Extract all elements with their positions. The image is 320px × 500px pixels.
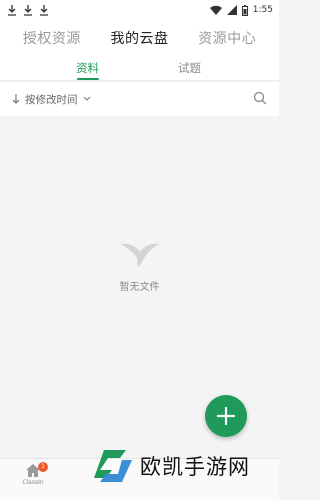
search-icon — [253, 91, 267, 104]
sub-tab-bar: 资料 试题 — [0, 56, 279, 81]
empty-state-text: 暂无文件 — [119, 282, 160, 293]
status-time: 1:55 — [252, 5, 273, 15]
battery-icon — [241, 4, 248, 16]
active-tab-indicator — [77, 78, 99, 80]
watermark: 欧凯手游网 — [92, 446, 250, 486]
watermark-text: 欧凯手游网 — [140, 455, 250, 479]
sort-dropdown[interactable]: 按修改时间 — [12, 92, 91, 107]
nav-home-label: ClassIn — [22, 479, 44, 486]
notification-icons — [8, 4, 48, 16]
tab-authorized-resources[interactable]: 授权资源 — [23, 28, 81, 48]
sort-label: 按修改时间 — [25, 93, 78, 106]
sort-bar: 按修改时间 — [0, 82, 279, 116]
download-icon — [8, 4, 16, 16]
status-bar: 1:55 — [0, 0, 279, 20]
top-tab-bar: 授权资源 我的云盘 资源中心 — [0, 20, 279, 56]
tab-materials[interactable]: 资料 — [76, 60, 99, 76]
wifi-icon — [209, 5, 222, 15]
chevron-down-icon — [83, 96, 90, 101]
signal-icon — [226, 5, 237, 15]
tab-my-cloud-drive[interactable]: 我的云盘 — [110, 28, 168, 48]
tab-questions[interactable]: 试题 — [178, 60, 201, 76]
tab-resource-center[interactable]: 资源中心 — [198, 28, 256, 48]
watermark-logo-icon — [94, 450, 132, 482]
download-icon — [24, 4, 32, 16]
empty-state: 暂无文件 — [0, 240, 279, 293]
sort-arrow-icon — [12, 94, 20, 104]
notification-badge: 1 — [38, 462, 48, 472]
nav-home[interactable]: 1 ClassIn — [18, 462, 48, 486]
search-button[interactable] — [253, 90, 267, 109]
download-icon — [40, 4, 48, 16]
plus-icon — [217, 407, 235, 425]
empty-state-logo-icon — [120, 243, 159, 267]
add-button[interactable] — [205, 395, 247, 437]
